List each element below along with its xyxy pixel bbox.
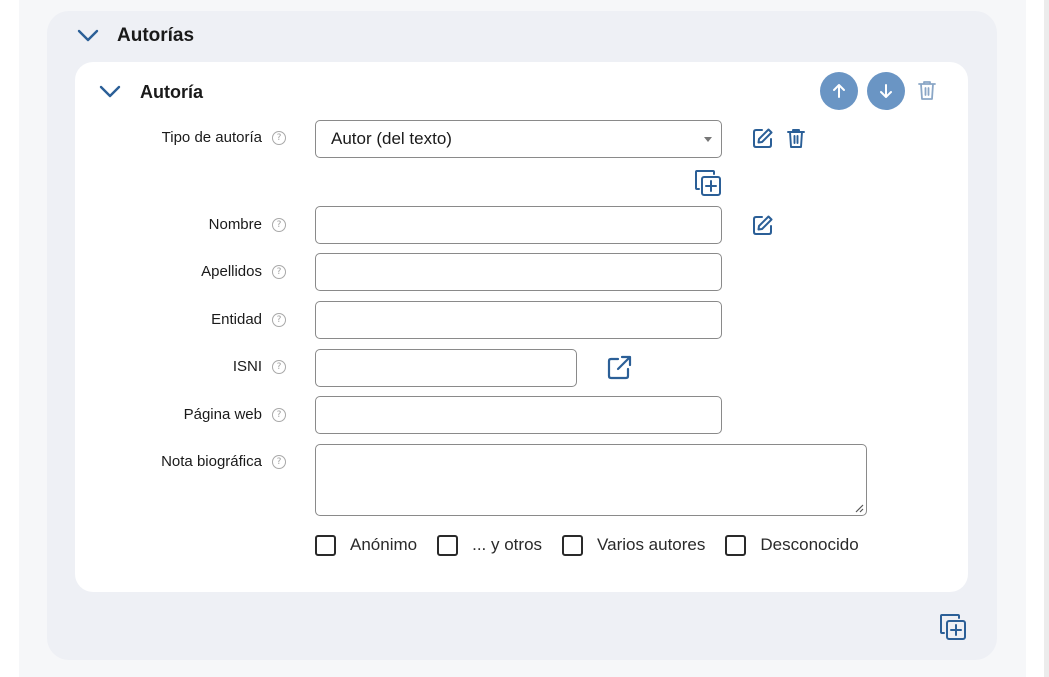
nombre-input[interactable] (315, 206, 722, 244)
isni-input[interactable] (315, 349, 577, 387)
help-icon[interactable]: ? (272, 455, 286, 469)
authorships-header[interactable]: Autorías (76, 22, 194, 50)
add-copy-icon (695, 170, 721, 196)
edit-tipo-button[interactable] (751, 126, 775, 150)
checkbox-y-otros[interactable]: ... y otros (437, 534, 543, 556)
chevron-down-icon[interactable] (76, 24, 100, 48)
help-icon[interactable]: ? (272, 131, 286, 145)
trash-icon (787, 128, 805, 148)
tipo-select-value: Autor (del texto) (331, 129, 452, 148)
help-icon[interactable]: ? (272, 360, 286, 374)
help-icon[interactable]: ? (272, 313, 286, 327)
external-link-icon (607, 355, 631, 379)
delete-authorship-button[interactable] (916, 78, 938, 102)
edit-nombre-button[interactable] (751, 213, 775, 237)
apellidos-label: Apellidos (201, 263, 262, 280)
scrollbar-track[interactable] (1044, 0, 1049, 677)
tipo-select[interactable]: Autor (del texto) (315, 120, 722, 158)
authorship-flags: Anónimo ... y otros Varios autores Desco… (315, 534, 879, 556)
move-down-button[interactable] (867, 72, 905, 110)
add-tipo-button[interactable] (694, 169, 722, 197)
entidad-input[interactable] (315, 301, 722, 339)
entidad-label: Entidad (211, 311, 262, 328)
nombre-label: Nombre (208, 216, 262, 233)
web-input[interactable] (315, 396, 722, 434)
resize-handle-icon[interactable] (855, 504, 864, 513)
trash-icon (918, 80, 936, 100)
checkbox-label: Anónimo (350, 535, 418, 554)
add-authorship-button[interactable] (939, 613, 967, 641)
tipo-label: Tipo de autoría (161, 129, 262, 146)
checkbox-box[interactable] (725, 534, 747, 556)
checkbox-desconocido[interactable]: Desconocido (725, 534, 859, 556)
delete-tipo-button[interactable] (786, 127, 806, 149)
help-icon[interactable]: ? (272, 218, 286, 232)
checkbox-box[interactable] (437, 534, 459, 556)
edit-icon (753, 215, 773, 235)
move-up-button[interactable] (820, 72, 858, 110)
checkbox-varios-autores[interactable]: Varios autores (562, 534, 706, 556)
add-copy-icon (940, 614, 966, 640)
checkbox-label: Desconocido (760, 535, 859, 554)
nota-textarea[interactable] (315, 444, 867, 516)
authorship-header[interactable]: Autoría (98, 78, 203, 106)
checkbox-anonimo[interactable]: Anónimo (315, 534, 418, 556)
chevron-down-icon[interactable] (98, 80, 122, 104)
open-isni-button[interactable] (606, 354, 632, 380)
checkbox-label: Varios autores (597, 535, 706, 554)
checkbox-box[interactable] (562, 534, 584, 556)
checkbox-label: ... y otros (472, 535, 543, 554)
caret-down-icon (704, 137, 712, 142)
isni-label: ISNI (232, 358, 262, 375)
help-icon[interactable]: ? (272, 265, 286, 279)
nota-label: Nota biográfica (161, 453, 262, 470)
section-title: Autorías (117, 25, 195, 46)
web-label: Página web (183, 406, 262, 423)
arrow-up-icon (833, 84, 845, 98)
checkbox-box[interactable] (315, 534, 336, 556)
help-icon[interactable]: ? (272, 408, 286, 422)
arrow-down-icon (880, 84, 892, 98)
edit-icon (753, 128, 773, 148)
authorship-title: Autoría (140, 81, 203, 102)
apellidos-input[interactable] (315, 253, 722, 291)
